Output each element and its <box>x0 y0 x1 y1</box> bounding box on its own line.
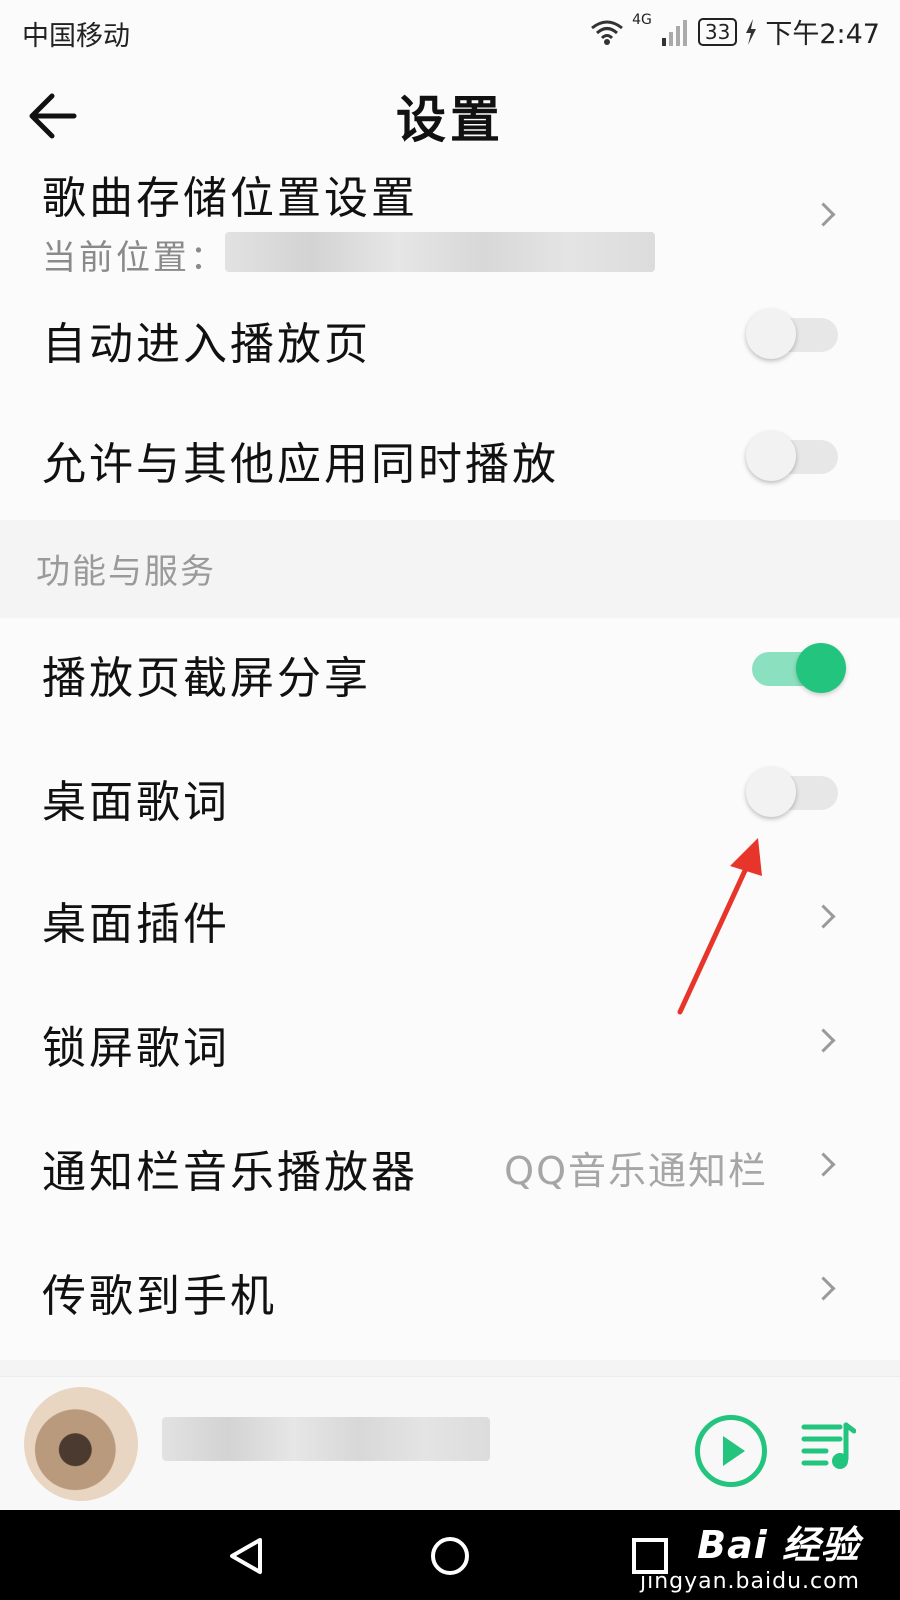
album-cover[interactable] <box>24 1387 138 1501</box>
notification-player-value: QQ音乐通知栏 <box>504 1149 768 1193</box>
charging-icon <box>746 18 757 45</box>
playlist-icon[interactable] <box>800 1417 856 1473</box>
chevron-right-icon <box>811 202 836 227</box>
system-nav-bar: Bai 经验 jingyan.baidu.com <box>0 1510 900 1600</box>
status-bar: 中国移动 4G 33 下午2:47 <box>0 0 900 62</box>
wifi-icon <box>591 20 624 45</box>
allow-simultaneous-row[interactable]: 允许与其他应用同时播放 <box>0 400 900 520</box>
desktop-lyrics-label: 桌面歌词 <box>42 777 230 828</box>
watermark-brand: Bai 经验 <box>697 1523 860 1567</box>
lockscreen-lyrics-label: 锁屏歌词 <box>42 1023 230 1074</box>
divider <box>0 1360 900 1376</box>
clock: 下午2:47 <box>765 19 880 50</box>
storage-location-label: 歌曲存储位置设置 <box>42 173 418 224</box>
chevron-right-icon <box>811 904 836 929</box>
song-title-redacted <box>162 1417 490 1461</box>
screenshot-share-label: 播放页截屏分享 <box>42 653 371 704</box>
mini-player[interactable] <box>0 1376 900 1511</box>
toggle-knob <box>746 767 796 817</box>
baidu-jingyan-watermark: Bai 经验 jingyan.baidu.com <box>640 1514 860 1594</box>
storage-path-redacted <box>225 232 655 272</box>
transfer-songs-row[interactable]: 传歌到手机 <box>0 1236 900 1360</box>
signal-icon <box>661 19 687 46</box>
storage-location-sublabel: 当前位置： <box>42 238 227 278</box>
storage-location-row[interactable]: 歌曲存储位置设置 当前位置： <box>0 150 900 280</box>
allow-simultaneous-toggle[interactable] <box>746 431 838 481</box>
toggle-knob <box>746 431 796 481</box>
transfer-songs-label: 传歌到手机 <box>42 1271 277 1322</box>
allow-simultaneous-label: 允许与其他应用同时播放 <box>42 439 559 490</box>
back-triangle-icon[interactable] <box>226 1536 266 1576</box>
home-circle-icon[interactable] <box>428 1536 472 1580</box>
toggle-knob <box>746 309 796 359</box>
annotation-arrow-icon <box>677 838 762 1015</box>
network-type: 4G <box>632 12 652 28</box>
watermark-url: jingyan.baidu.com <box>639 1569 860 1594</box>
notification-player-label: 通知栏音乐播放器 <box>42 1147 418 1198</box>
desktop-widget-label: 桌面插件 <box>42 899 230 950</box>
auto-enter-player-toggle[interactable] <box>746 309 838 359</box>
section-header: 功能与服务 <box>0 520 900 618</box>
desktop-lyrics-toggle[interactable] <box>746 767 838 817</box>
chevron-right-icon <box>811 1028 836 1053</box>
auto-enter-player-label: 自动进入播放页 <box>42 319 371 370</box>
notification-player-row[interactable]: 通知栏音乐播放器 QQ音乐通知栏 <box>0 1112 900 1236</box>
toggle-knob <box>796 643 846 693</box>
section-title: 功能与服务 <box>36 552 216 592</box>
chevron-right-icon <box>811 1152 836 1177</box>
chevron-right-icon <box>811 1276 836 1301</box>
carrier-name: 中国移动 <box>22 21 130 52</box>
status-icons: 4G 33 下午2:47 <box>590 12 880 51</box>
page-title: 设置 <box>396 91 504 149</box>
auto-enter-player-row[interactable]: 自动进入播放页 <box>0 280 900 400</box>
play-button[interactable] <box>695 1415 767 1487</box>
screenshot-share-toggle[interactable] <box>752 643 846 693</box>
battery-indicator: 33 <box>697 17 738 46</box>
screenshot-share-row[interactable]: 播放页截屏分享 <box>0 618 900 740</box>
